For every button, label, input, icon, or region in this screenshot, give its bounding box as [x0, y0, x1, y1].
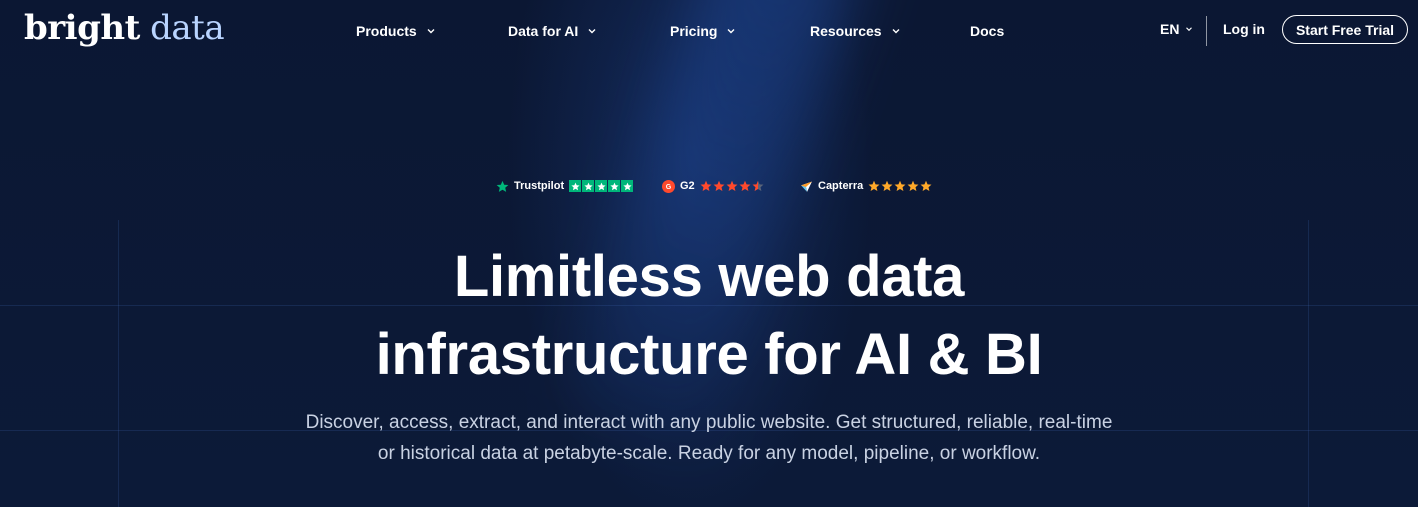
language-selector[interactable]: EN: [1160, 21, 1194, 37]
star-icon: [569, 180, 582, 192]
trustpilot-star-icon: [496, 180, 509, 192]
chevron-down-icon: [588, 29, 596, 34]
star-icon: [739, 180, 751, 191]
chevron-down-icon: [1186, 27, 1193, 32]
star-icon: [907, 180, 919, 191]
hero-subtitle-line2: or historical data at petabyte-scale. Re…: [377, 443, 1041, 464]
rating-stars: [569, 180, 634, 192]
star-icon: [595, 180, 608, 192]
chevron-down-icon: [892, 29, 900, 34]
hero-headline-line2: infrastructure for AI & BI: [375, 322, 1043, 387]
star-icon: [582, 180, 595, 192]
chevron-down-icon: [427, 29, 435, 34]
header-divider: [1206, 16, 1207, 46]
rating-stars: [868, 180, 932, 192]
login-link[interactable]: Log in: [1223, 21, 1265, 37]
logo-word-data: data: [150, 8, 225, 48]
star-icon: [713, 180, 725, 191]
star-icon: [621, 180, 634, 192]
star-icon: [726, 180, 738, 191]
rating-g2[interactable]: G G2: [662, 178, 764, 194]
rating-stars: [700, 180, 764, 192]
nav-data-for-ai[interactable]: Data for AI: [508, 20, 598, 42]
capterra-logo-icon: [801, 181, 812, 192]
nav-pricing[interactable]: Pricing: [670, 20, 737, 42]
star-icon: [920, 180, 932, 191]
chevron-down-icon: [727, 29, 735, 34]
nav-resources[interactable]: Resources: [810, 20, 902, 42]
logo-word-bright: bright: [24, 8, 140, 48]
nav-label: Products: [356, 23, 417, 39]
hero-headline-line1: Limitless web data: [453, 244, 965, 309]
bright-data-logo[interactable]: bright data: [24, 8, 225, 48]
star-icon: [700, 180, 712, 191]
rating-capterra[interactable]: Capterra: [800, 178, 932, 194]
nav-docs[interactable]: Docs: [970, 20, 1004, 42]
rating-label: G2: [680, 180, 695, 192]
nav-label: Resources: [810, 23, 882, 39]
rating-trustpilot[interactable]: Trustpilot: [496, 178, 634, 194]
nav-label: Pricing: [670, 23, 718, 39]
g2-logo-icon: G: [662, 179, 675, 193]
star-icon: [894, 180, 906, 191]
svg-text:G: G: [666, 183, 672, 190]
star-icon: [881, 180, 893, 191]
star-icon: [868, 180, 880, 191]
nav-products[interactable]: Products: [356, 20, 437, 42]
nav-label: Docs: [970, 23, 1005, 39]
star-icon: [608, 180, 621, 192]
rating-label: Capterra: [818, 180, 864, 192]
rating-label: Trustpilot: [514, 180, 565, 192]
language-label: EN: [1160, 21, 1180, 37]
hero-subtitle-line1: Discover, access, extract, and interact …: [305, 412, 1113, 433]
nav-label: Data for AI: [508, 23, 579, 39]
start-free-trial-button[interactable]: Start Free Trial: [1282, 15, 1408, 44]
star-icon: [752, 180, 764, 191]
